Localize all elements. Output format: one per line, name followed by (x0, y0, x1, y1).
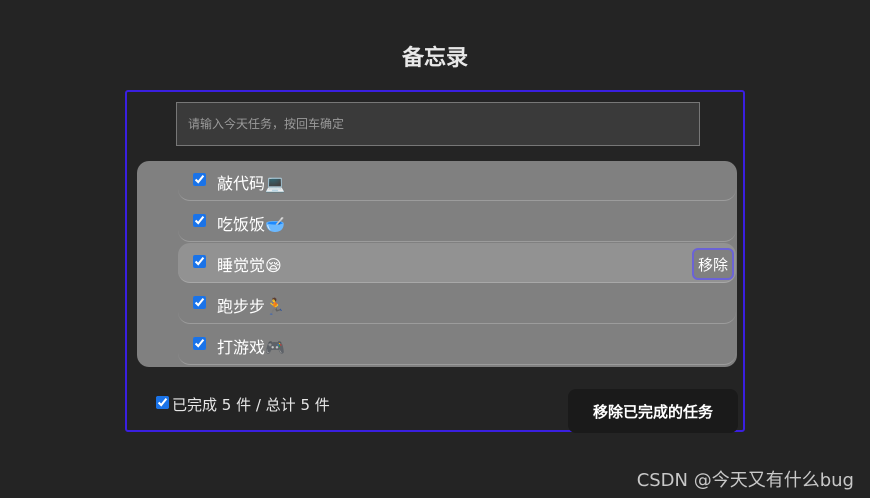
task-item[interactable]: 跑步步🏃 (178, 284, 736, 324)
select-all-checkbox[interactable] (156, 396, 169, 409)
task-label: 睡觉觉😪 (217, 256, 282, 275)
task-checkbox[interactable] (193, 214, 206, 227)
task-label: 吃饭饭🥣 (217, 215, 285, 234)
task-label: 打游戏🎮 (217, 338, 285, 357)
watermark: CSDN @今天又有什么bug (636, 470, 854, 491)
task-input[interactable] (176, 102, 700, 146)
task-checkbox[interactable] (193, 296, 206, 309)
task-label: 敲代码💻 (217, 174, 285, 193)
todo-card: 敲代码💻 吃饭饭🥣 睡觉觉😪 移除 跑步步🏃 打游戏🎮 已完成 5 件 / 总计… (125, 90, 745, 433)
task-item[interactable]: 睡觉觉😪 移除 (178, 243, 736, 283)
task-checkbox[interactable] (193, 255, 206, 268)
task-list: 敲代码💻 吃饭饭🥣 睡觉觉😪 移除 跑步步🏃 打游戏🎮 (137, 161, 737, 367)
task-label: 跑步步🏃 (217, 297, 285, 316)
clear-completed-button[interactable]: 移除已完成的任务 (568, 389, 738, 433)
task-item[interactable]: 吃饭饭🥣 (178, 202, 736, 242)
page-title: 备忘录 (401, 46, 468, 71)
completion-summary: 已完成 5 件 / 总计 5 件 (172, 396, 330, 414)
task-item[interactable]: 打游戏🎮 (178, 325, 736, 365)
task-checkbox[interactable] (193, 337, 206, 350)
task-checkbox[interactable] (193, 173, 206, 186)
task-item[interactable]: 敲代码💻 (178, 161, 736, 201)
remove-task-button[interactable]: 移除 (692, 248, 734, 280)
